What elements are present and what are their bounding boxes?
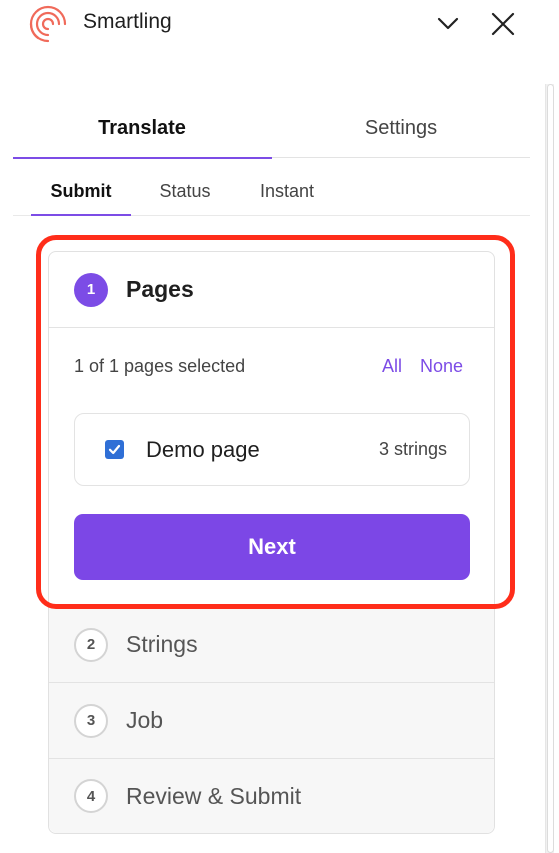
close-button[interactable] <box>488 9 518 39</box>
page-name: Demo page <box>146 436 260 462</box>
step-pages-body: 1 of 1 pages selected All None Demo page… <box>49 328 494 586</box>
step-number-badge: 3 <box>74 703 108 738</box>
tab-settings[interactable]: Settings <box>272 98 530 158</box>
chevron-down-icon <box>437 17 459 30</box>
step-number-badge: 1 <box>74 272 108 307</box>
scrollbar-thumb[interactable] <box>547 84 554 853</box>
submit-steps: 1 Pages 1 of 1 pages selected All None D… <box>48 251 495 834</box>
step-strings-header[interactable]: 2 Strings <box>49 606 494 682</box>
smartling-logo-icon <box>29 5 67 43</box>
select-none-link[interactable]: None <box>420 356 463 377</box>
page-string-count: 3 strings <box>378 439 447 459</box>
vertical-scrollbar[interactable] <box>545 84 554 853</box>
app-title: Smartling <box>83 10 172 33</box>
step-title: Pages <box>126 276 194 302</box>
step-pages-header[interactable]: 1 Pages <box>49 252 494 328</box>
select-all-link[interactable]: All <box>382 356 402 377</box>
tab-translate[interactable]: Translate <box>13 98 272 159</box>
page-list-item[interactable]: Demo page 3 strings <box>74 413 470 486</box>
step-job-header[interactable]: 3 Job <box>49 682 494 758</box>
sub-tabs: Submit Status Instant <box>13 168 530 216</box>
panel-header: Smartling <box>0 0 559 48</box>
subtab-status[interactable]: Status <box>141 168 229 215</box>
step-title: Job <box>126 707 164 733</box>
step-number-badge: 2 <box>74 627 108 662</box>
step-title: Review & Submit <box>126 782 302 809</box>
step-review-submit-header[interactable]: 4 Review & Submit <box>49 758 494 833</box>
pages-selected-count: 1 of 1 pages selected <box>74 356 246 376</box>
collapse-button[interactable] <box>433 9 463 39</box>
subtab-submit[interactable]: Submit <box>31 168 131 216</box>
close-icon <box>491 12 515 36</box>
subtab-instant[interactable]: Instant <box>249 168 325 215</box>
main-tabs: Translate Settings <box>13 98 530 159</box>
page-checkbox[interactable] <box>105 440 124 459</box>
check-icon <box>108 444 121 455</box>
next-button[interactable]: Next <box>74 514 470 580</box>
step-title: Strings <box>126 631 198 657</box>
step-number-badge: 4 <box>74 779 108 813</box>
